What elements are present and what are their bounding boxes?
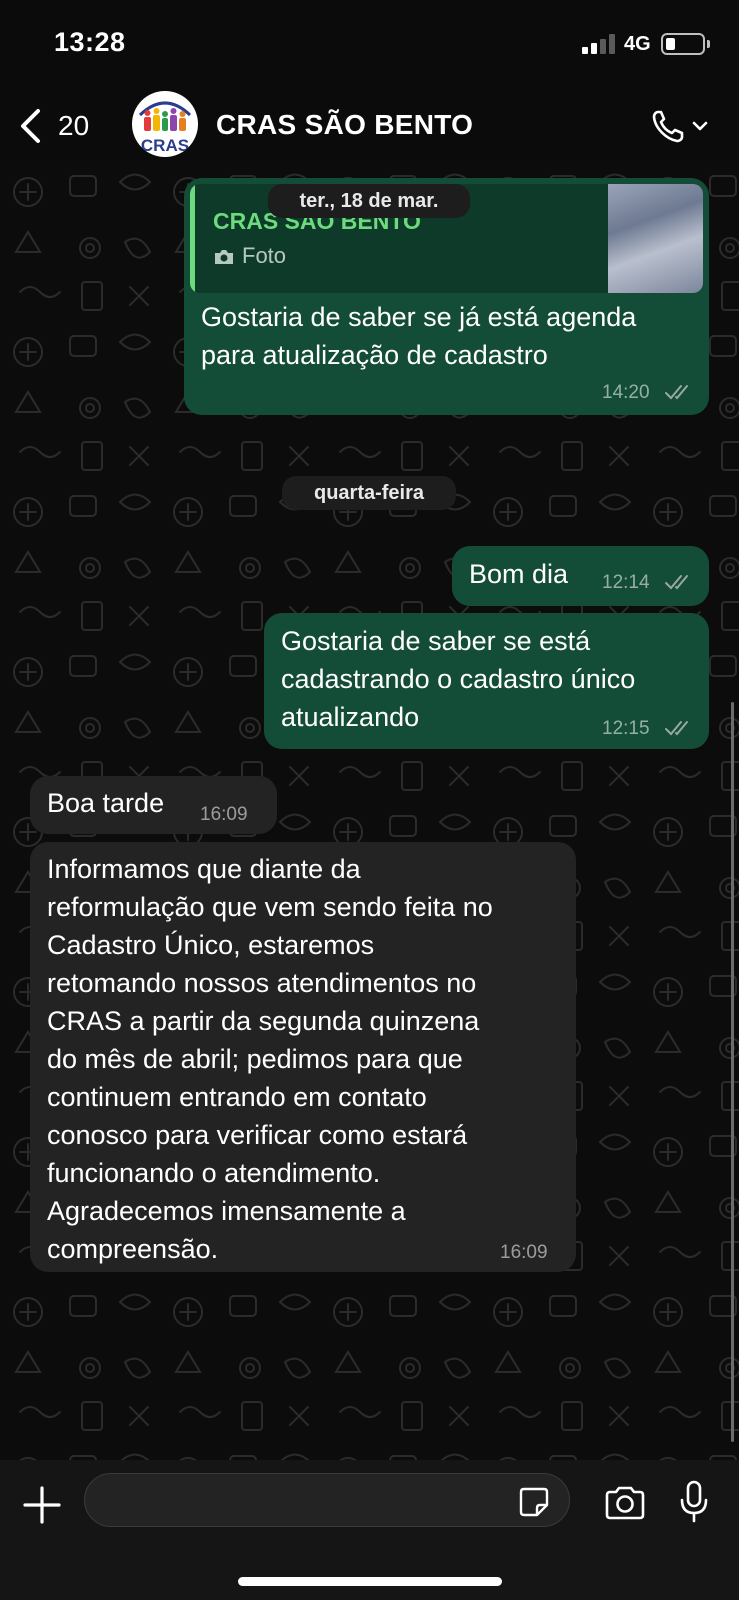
plus-icon[interactable] (22, 1485, 62, 1525)
battery-cap (707, 40, 710, 48)
network-type: 4G (624, 33, 651, 55)
message-text: Bom dia (469, 559, 569, 589)
outgoing-message[interactable]: Gostaria de saber se está cadastrando o … (264, 613, 709, 749)
chat-header: 20 CRAS CRAS SÃO BENTO (0, 90, 739, 162)
message-text: Boa tarde (47, 788, 165, 818)
svg-text:CRAS: CRAS (141, 136, 189, 155)
quote-accent-bar (190, 184, 195, 293)
message-time: 12:14 (602, 572, 650, 593)
quote-media-type: Foto (242, 243, 287, 268)
message-time: 16:09 (200, 804, 248, 825)
back-button[interactable]: 20 (18, 104, 89, 148)
phone-icon (652, 110, 708, 143)
home-indicator[interactable] (238, 1577, 502, 1586)
unread-count: 20 (58, 110, 90, 141)
double-check-icon (665, 575, 688, 590)
date-separator: ter., 18 de mar. (268, 184, 470, 218)
avatar[interactable]: CRAS (132, 91, 198, 157)
contact-name[interactable]: CRAS SÃO BENTO (216, 109, 473, 141)
message-time: 12:15 (602, 718, 650, 739)
call-button[interactable] (650, 106, 714, 146)
chat-area[interactable]: CRAS SÃO BENTO Foto Gostaria de saber se… (0, 162, 739, 1460)
outgoing-message[interactable]: Bom dia 12:14 (452, 546, 709, 606)
battery-icon (661, 33, 705, 55)
message-text: Gostaria de saber se já está agenda para… (201, 302, 637, 370)
cras-logo: CRAS (133, 92, 197, 156)
quote-photo-thumbnail (608, 184, 703, 293)
chevron-left-icon (21, 109, 40, 143)
scrollbar[interactable] (731, 702, 734, 1442)
status-bar: 13:28 4G (0, 0, 739, 90)
camera-icon (215, 250, 233, 264)
incoming-message[interactable]: Informamos que diante da reformulação qu… (30, 842, 576, 1272)
sticker-icon[interactable] (518, 1486, 550, 1518)
date-separator: quarta-feira (282, 476, 456, 510)
message-time: 16:09 (500, 1242, 548, 1263)
camera-icon[interactable] (604, 1486, 646, 1520)
signal-strength-icon (582, 34, 618, 54)
message-input[interactable] (84, 1473, 570, 1527)
message-time: 14:20 (602, 382, 650, 403)
microphone-icon[interactable] (679, 1480, 709, 1524)
chevron-down-icon (692, 121, 708, 131)
double-check-icon (665, 721, 688, 736)
composer-bar (0, 1460, 739, 1600)
battery-level (666, 38, 675, 50)
status-time: 13:28 (54, 27, 126, 57)
message-text: Informamos que diante da reformulação qu… (47, 854, 493, 1264)
incoming-message[interactable]: Boa tarde 16:09 (30, 776, 277, 834)
double-check-icon (665, 385, 688, 400)
